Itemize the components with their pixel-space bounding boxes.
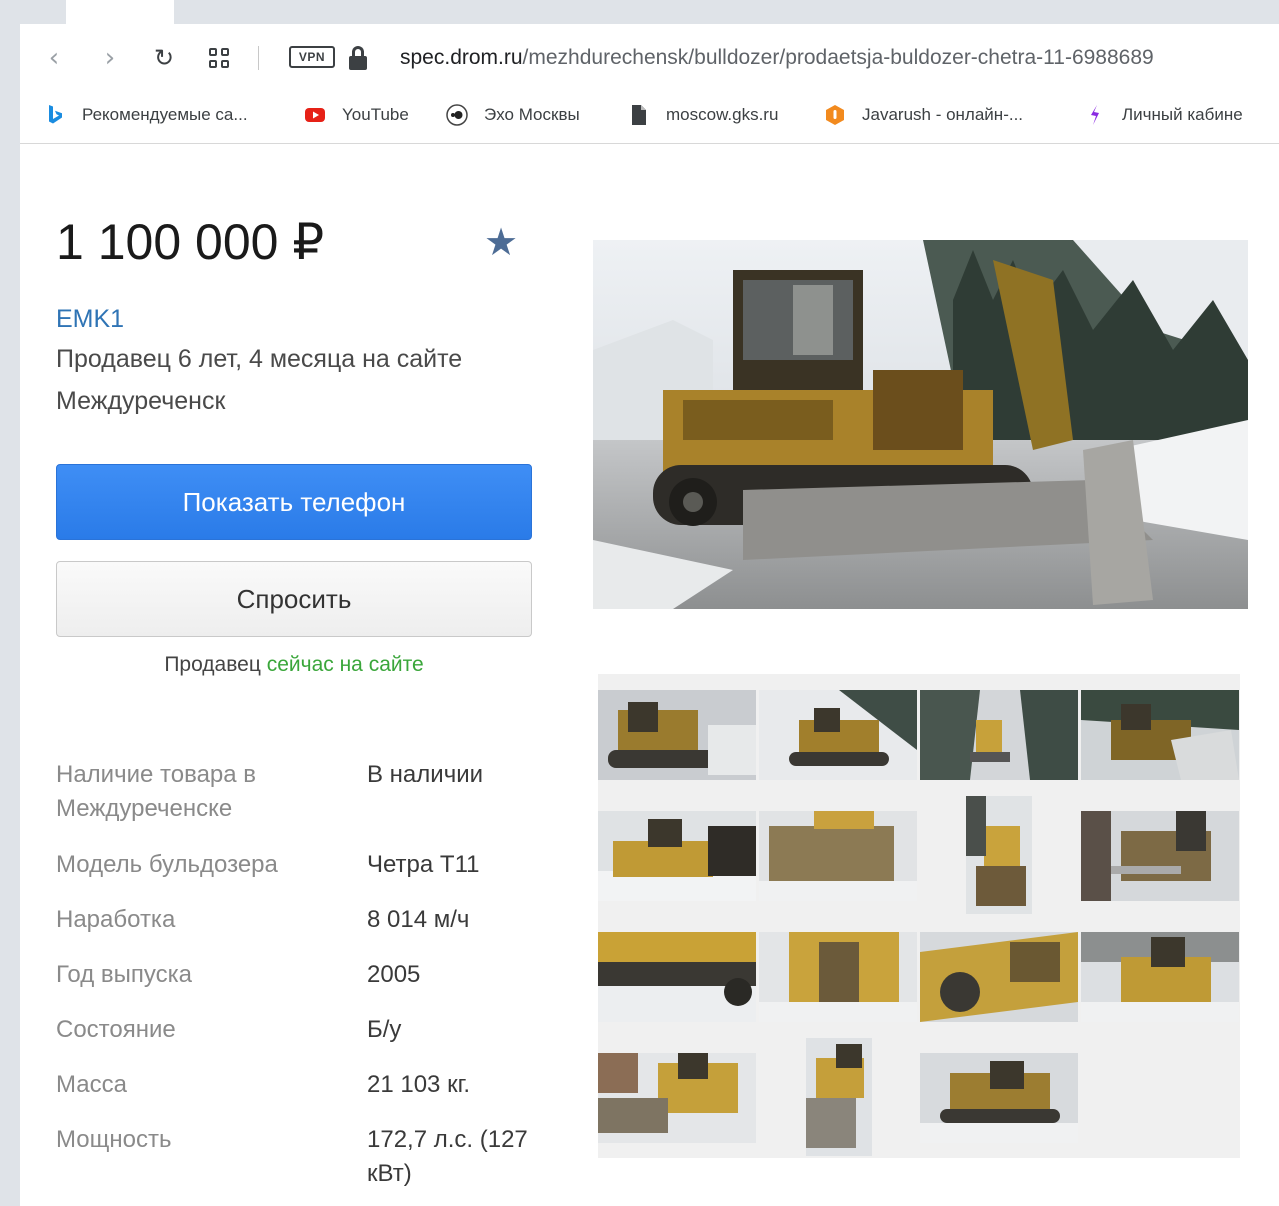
thumbnail[interactable] [920, 1053, 1078, 1143]
favorite-star-icon[interactable]: ★ [484, 222, 518, 262]
spec-key: Состояние [56, 1016, 176, 1043]
spec-key: Мощность [56, 1126, 172, 1153]
spec-key: Масса [56, 1071, 127, 1098]
tab-strip [20, 0, 1279, 24]
spec-value: 172,7 л.с. (127 кВт) [367, 1126, 528, 1187]
bookmark-echo[interactable]: Эхо Москвы [446, 100, 580, 130]
spec-value: 2005 [367, 961, 421, 988]
url-path: /mezhdurechensk/bulldozer/prodaetsja-bul… [522, 46, 1154, 69]
spec-value: 8 014 м/ч [367, 906, 470, 933]
bookmark-label: Рекомендуемые са... [82, 105, 248, 124]
thumbnail[interactable] [598, 1053, 756, 1143]
address-bar[interactable]: spec.drom.ru/mezhdurechensk/bulldozer/pr… [400, 45, 1279, 71]
spec-key: Модель бульдозера [56, 851, 278, 878]
echo-icon [446, 104, 468, 126]
thumbnail[interactable] [598, 811, 756, 901]
thumbnail[interactable] [598, 690, 756, 780]
thumbnail[interactable] [806, 1038, 872, 1156]
bookmark-youtube[interactable]: YouTube [304, 100, 409, 130]
thumbnail[interactable] [759, 811, 917, 901]
online-status-text: сейчас на сайте [266, 653, 424, 676]
document-icon [628, 104, 650, 126]
spec-value: В наличии [367, 761, 484, 788]
lock-icon[interactable] [348, 46, 368, 70]
seller-tenure: Продавец 6 лет, 4 месяца на сайте [56, 345, 463, 373]
spec-value: Б/у [367, 1016, 402, 1043]
reload-icon[interactable]: ↻ [150, 44, 178, 72]
youtube-icon [304, 104, 326, 126]
thumbnail[interactable] [920, 690, 1078, 780]
bookmarks-bar: Рекомендуемые са... YouTube Эхо Москвы m… [44, 100, 1279, 130]
javarush-icon [824, 104, 846, 126]
bookmark-gks[interactable]: moscow.gks.ru [628, 100, 778, 130]
thumbnail[interactable] [598, 932, 756, 1022]
bookmark-label: Личный кабине [1122, 105, 1243, 124]
bookmark-javarush[interactable]: Javarush - онлайн-... [824, 100, 1023, 130]
vpn-badge[interactable]: VPN [289, 46, 335, 68]
thumbnail[interactable] [920, 932, 1078, 1022]
url-host: spec.drom.ru [400, 46, 523, 69]
price: 1 100 000 ₽ [56, 214, 325, 270]
bookmark-label: Эхо Москвы [484, 105, 580, 124]
thumbnail[interactable] [1081, 811, 1239, 901]
thumbnail[interactable] [1081, 932, 1239, 1022]
thumbnail[interactable] [966, 796, 1032, 914]
bookmark-cabinet[interactable]: Личный кабине [1084, 100, 1243, 130]
seller-city: Междуреченск [56, 387, 226, 415]
thumbnail[interactable] [759, 932, 917, 1022]
window-left-edge [0, 0, 20, 1206]
toolbar-separator [258, 46, 259, 70]
spec-key: Наработка [56, 906, 176, 933]
thumbnail-grid [598, 674, 1240, 1158]
spec-key: Год выпуска [56, 961, 192, 988]
spec-value: 21 103 кг. [367, 1071, 471, 1098]
thumbnail[interactable] [759, 690, 917, 780]
cabinet-icon [1084, 104, 1106, 126]
online-prefix: Продавец [164, 653, 261, 676]
bookmark-recommended[interactable]: Рекомендуемые са... [44, 100, 248, 130]
seller-name-link[interactable]: EMK1 [56, 303, 124, 335]
bookmark-label: Javarush - онлайн-... [862, 105, 1024, 124]
spec-key: Наличие товара в Междуреченске [56, 761, 257, 822]
main-photo[interactable] [593, 240, 1248, 609]
show-phone-button[interactable]: Показать телефон [56, 464, 532, 540]
forward-icon[interactable]: › [96, 44, 124, 72]
apps-icon[interactable] [205, 44, 233, 72]
thumbnail[interactable] [1081, 690, 1239, 780]
ask-button[interactable]: Спросить [56, 561, 532, 637]
back-icon[interactable]: ‹ [40, 44, 68, 72]
spec-value: Четра Т11 [367, 851, 480, 878]
bing-icon [44, 104, 66, 126]
bookmark-label: moscow.gks.ru [666, 105, 779, 124]
active-tab[interactable] [66, 0, 174, 24]
bookmark-label: YouTube [342, 105, 409, 124]
seller-online-status: Продавец сейчас на сайте [56, 650, 532, 680]
